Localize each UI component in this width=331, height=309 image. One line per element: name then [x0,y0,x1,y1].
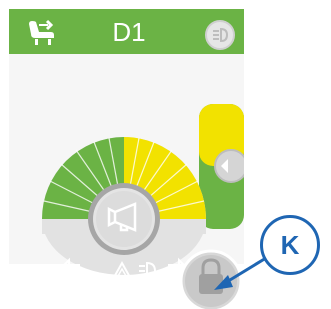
header-bar: D1 [9,9,244,54]
horn-button[interactable] [88,183,160,255]
seat-icon[interactable] [25,18,59,48]
next-panel-preview[interactable] [199,104,244,229]
callout-label-k: K [260,215,320,275]
profile-title: D1 [112,17,146,47]
lock-button[interactable] [179,249,243,309]
headlights-icon [213,27,229,43]
lights-button[interactable] [205,20,235,50]
speed-gauge-panel [9,54,244,309]
drive-screen: D1 [9,9,244,309]
